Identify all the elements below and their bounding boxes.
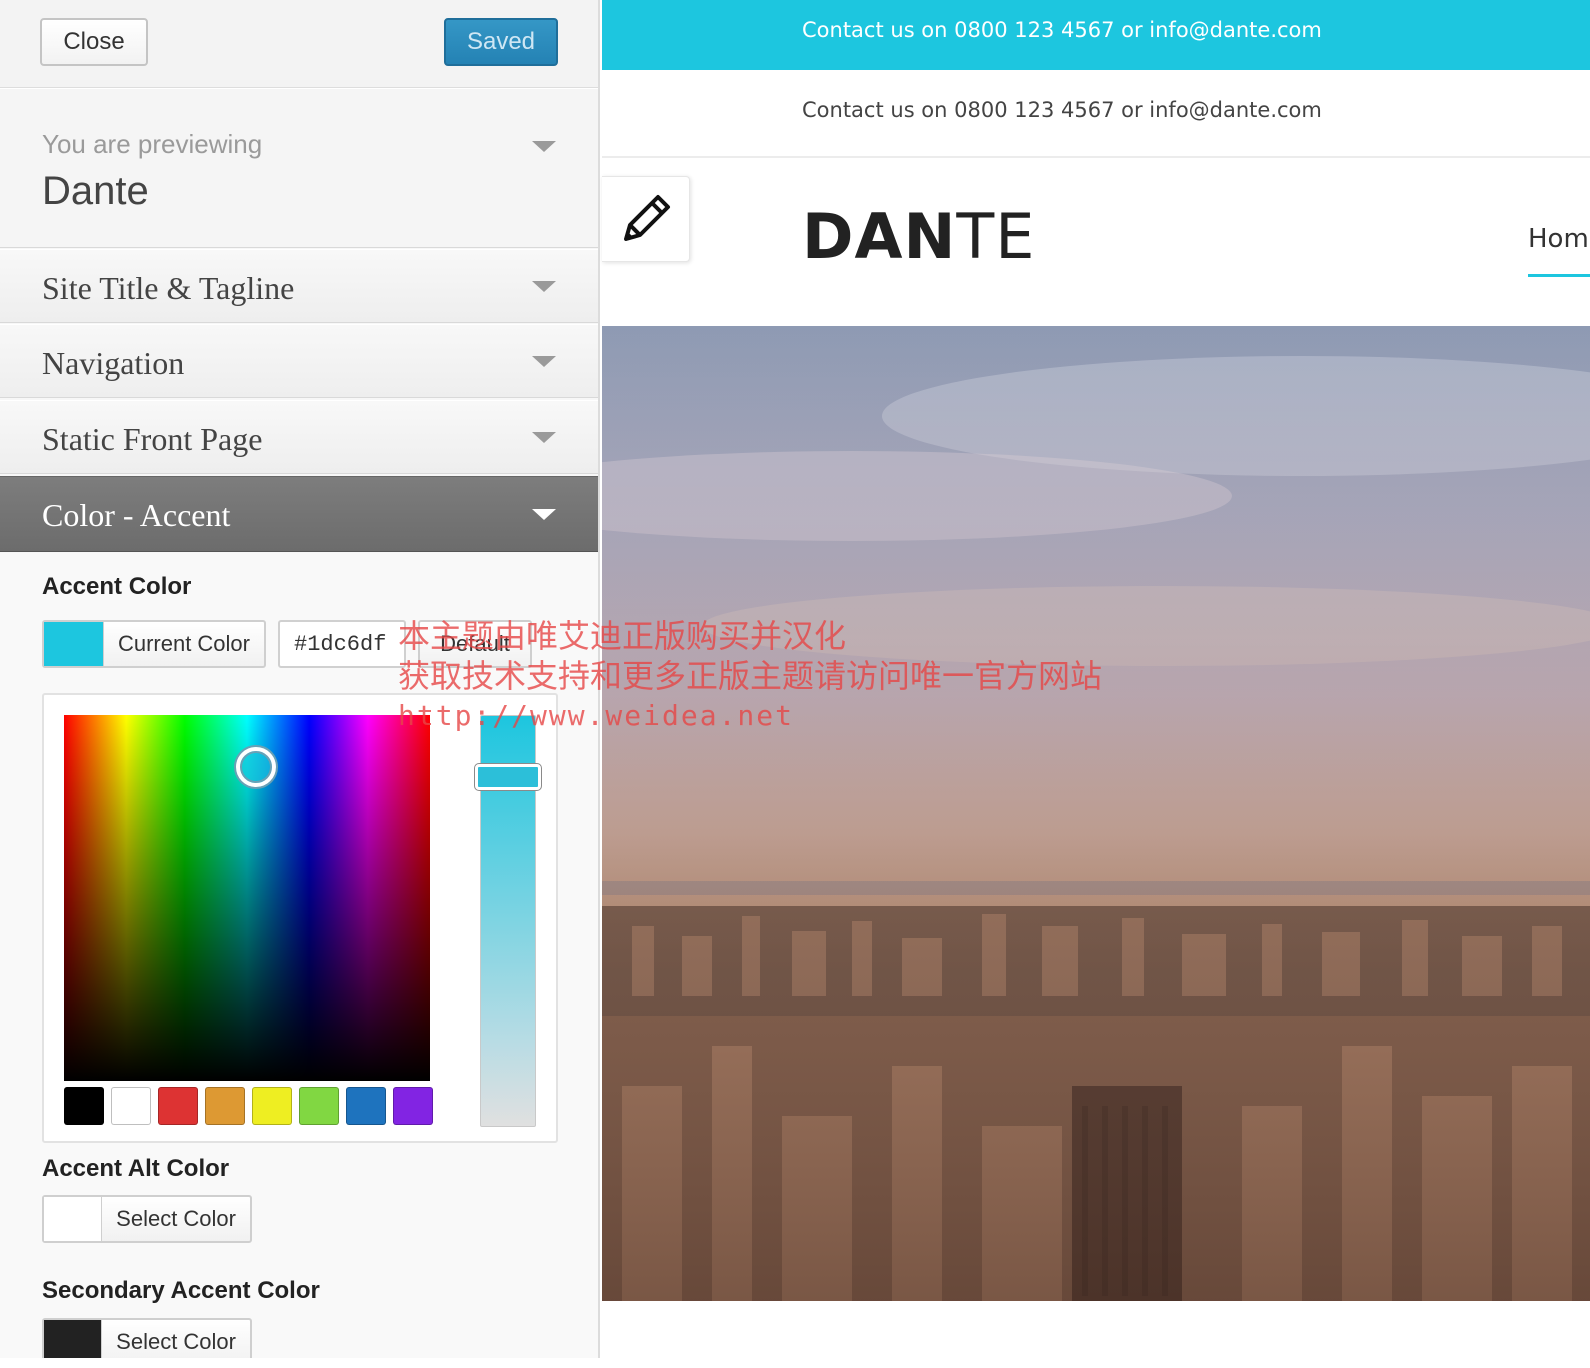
edit-shortcut-button[interactable]	[602, 176, 690, 262]
accent-color-button-label: Current Color	[117, 631, 250, 656]
site-header: DANTE Home	[602, 160, 1590, 326]
site-topbar: Contact us on 0800 123 4567 or info@dant…	[602, 0, 1590, 70]
nav-active-underline	[1528, 274, 1590, 277]
saved-button[interactable]: Saved	[444, 18, 558, 66]
accent-color-hex-input[interactable]	[278, 620, 406, 668]
site-subbar: Contact us on 0800 123 4567 or info@dant…	[602, 70, 1590, 158]
topbar-contact-text: Contact us on 0800 123 4567 or info@dant…	[802, 18, 1322, 42]
logo-light-text: TE	[956, 200, 1036, 273]
previewing-label: You are previewing	[42, 129, 263, 159]
section-title: Color - Accent	[42, 497, 231, 533]
section-navigation[interactable]: Navigation	[0, 324, 598, 398]
hero-image	[602, 326, 1590, 1301]
accent-alt-color-button[interactable]: Select Color	[42, 1195, 252, 1243]
theme-name: Dante	[42, 169, 149, 213]
subbar-contact-text: Contact us on 0800 123 4567 or info@dant…	[802, 98, 1322, 122]
secondary-accent-color-swatch	[44, 1320, 103, 1358]
section-site-title-tagline[interactable]: Site Title & Tagline	[0, 249, 598, 323]
section-static-front-page[interactable]: Static Front Page	[0, 400, 598, 474]
palette-swatch-red[interactable]	[158, 1087, 198, 1125]
palette-swatch-yellow[interactable]	[252, 1087, 292, 1125]
palette-swatch-green[interactable]	[299, 1087, 339, 1125]
chevron-down-icon	[532, 141, 556, 152]
accent-alt-color-title: Accent Alt Color	[42, 1155, 230, 1182]
chevron-down-icon	[532, 432, 556, 443]
palette-swatch-black[interactable]	[64, 1087, 104, 1125]
theme-preview-info[interactable]: You are previewing Dante	[0, 88, 598, 248]
secondary-accent-color-button-label: Select Color	[116, 1329, 236, 1354]
city-skyline-image	[602, 326, 1590, 1301]
chevron-down-icon	[532, 509, 556, 520]
accent-color-title: Accent Color	[42, 573, 192, 600]
nav-item-home[interactable]: Home	[1528, 224, 1590, 254]
watermark-line-2: 获取技术支持和更多正版主题请访问唯一官方网站	[398, 657, 1103, 695]
spectrum-handle[interactable]	[236, 747, 276, 787]
close-button[interactable]: Close	[40, 18, 148, 66]
section-title: Site Title & Tagline	[42, 270, 295, 306]
secondary-accent-color-button[interactable]: Select Color	[42, 1318, 252, 1358]
section-title: Navigation	[42, 345, 185, 381]
logo-bold-text: DAN	[802, 200, 957, 273]
accent-color-button[interactable]: Current Color	[42, 620, 266, 668]
accent-color-swatch	[44, 622, 104, 666]
color-spectrum[interactable]	[64, 715, 430, 1081]
watermark-line-1: 本主题由唯艾迪正版购买并汉化	[398, 617, 847, 655]
site-logo[interactable]: DANTE	[802, 200, 1035, 273]
pencil-icon	[624, 195, 670, 241]
palette-swatch-blue[interactable]	[346, 1087, 386, 1125]
customizer-header: Close Saved	[0, 0, 598, 88]
palette-swatch-purple[interactable]	[393, 1087, 433, 1125]
chevron-down-icon	[532, 356, 556, 367]
palette-swatch-white[interactable]	[111, 1087, 151, 1125]
accent-alt-color-swatch	[44, 1197, 103, 1241]
chevron-down-icon	[532, 281, 556, 292]
watermark-overlay: 本主题由唯艾迪正版购买并汉化 获取技术支持和更多正版主题请访问唯一官方网站 ht…	[398, 616, 1102, 736]
accent-alt-color-button-label: Select Color	[116, 1206, 236, 1231]
palette-swatch-orange[interactable]	[205, 1087, 245, 1125]
section-title: Static Front Page	[42, 421, 263, 457]
saturation-slider[interactable]	[475, 715, 541, 1127]
secondary-accent-color-title: Secondary Accent Color	[42, 1277, 320, 1304]
saturation-slider-handle[interactable]	[475, 764, 541, 790]
color-palette	[64, 1087, 433, 1125]
section-color-accent[interactable]: Color - Accent	[0, 476, 598, 552]
color-picker	[42, 693, 558, 1143]
watermark-url: http://www.weidea.net	[398, 699, 795, 732]
